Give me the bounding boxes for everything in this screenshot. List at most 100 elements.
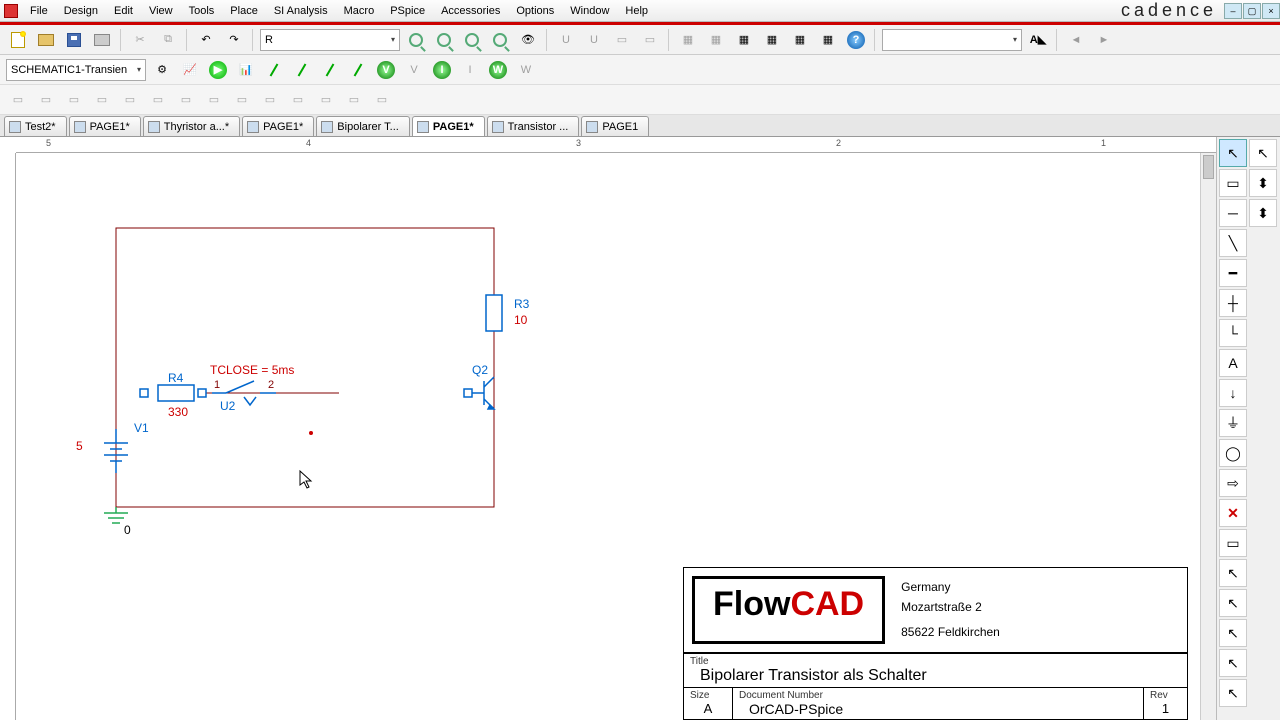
undo-button[interactable]: ↶ (194, 28, 218, 52)
marker-w2-button[interactable]: W (514, 58, 538, 82)
tool-c[interactable]: ↖ (1219, 619, 1247, 647)
ground-tool[interactable]: ⏚ (1219, 409, 1247, 437)
close-button[interactable]: × (1262, 3, 1280, 19)
r4-name[interactable]: R4 (168, 371, 183, 385)
diff-probe-button[interactable] (290, 58, 314, 82)
menu-help[interactable]: Help (617, 3, 656, 19)
marker-i-button[interactable]: I (430, 58, 454, 82)
tb-u2[interactable]: U (582, 28, 606, 52)
menu-file[interactable]: File (22, 3, 56, 19)
menu-accessories[interactable]: Accessories (433, 3, 508, 19)
tab-thyristor[interactable]: Thyristor a...* (143, 116, 240, 136)
find-button[interactable]: A◣ (1026, 28, 1050, 52)
noconnect-tool[interactable]: ✕ (1219, 499, 1247, 527)
r4-value[interactable]: 330 (168, 405, 188, 419)
tb-g4[interactable]: ▦ (760, 28, 784, 52)
schematic-canvas[interactable]: 5 V1 R4 330 TCLOSE = 5ms 1 2 U2 R3 10 Q2… (16, 153, 1200, 720)
tab-page1-b[interactable]: PAGE1* (242, 116, 314, 136)
menu-design[interactable]: Design (56, 3, 106, 19)
marker-v2-button[interactable]: V (402, 58, 426, 82)
zoom-fit-button[interactable] (488, 28, 512, 52)
redo-button[interactable]: ↷ (222, 28, 246, 52)
net-tool[interactable]: ╲ (1219, 229, 1247, 257)
power-tool[interactable]: ↓ (1219, 379, 1247, 407)
v1-value[interactable]: 5 (76, 439, 83, 453)
marker-v-button[interactable]: V (374, 58, 398, 82)
sim-edit-button[interactable]: 📈 (178, 58, 202, 82)
nav-next-button[interactable]: ► (1092, 28, 1116, 52)
r3-name[interactable]: R3 (514, 297, 529, 311)
menu-tools[interactable]: Tools (181, 3, 223, 19)
search-combo[interactable]: ▾ (882, 29, 1022, 51)
menu-options[interactable]: Options (508, 3, 562, 19)
tab-test2[interactable]: Test2* (4, 116, 67, 136)
vertical-scrollbar[interactable] (1200, 153, 1216, 720)
bus-tool[interactable]: ━ (1219, 259, 1247, 287)
tab-page1-active[interactable]: PAGE1* (412, 116, 485, 136)
cut-button[interactable]: ✂ (128, 28, 152, 52)
title-value[interactable]: Bipolarer Transistor als Schalter (690, 667, 1181, 685)
page-tool[interactable]: ▭ (1219, 529, 1247, 557)
open-button[interactable] (34, 28, 58, 52)
junction-tool[interactable]: ┼ (1219, 289, 1247, 317)
power-probe-button[interactable] (346, 58, 370, 82)
q2-name[interactable]: Q2 (472, 363, 488, 377)
offpage-tool[interactable]: ⇨ (1219, 469, 1247, 497)
part-combo[interactable]: R ▾ (260, 29, 400, 51)
hier-tool[interactable]: ◯ (1219, 439, 1247, 467)
zoom-area-button[interactable] (460, 28, 484, 52)
run-button[interactable]: ▶ (206, 58, 230, 82)
bus-entry-tool[interactable]: └ (1219, 319, 1247, 347)
marker-w-button[interactable]: W (486, 58, 510, 82)
nav-prev-button[interactable]: ◄ (1064, 28, 1088, 52)
help-button[interactable]: ? (844, 28, 868, 52)
tab-transistor[interactable]: Transistor ... (487, 116, 580, 136)
tb-g3[interactable]: ▦ (732, 28, 756, 52)
u2-name[interactable]: U2 (220, 399, 235, 413)
menu-pspice[interactable]: PSpice (382, 3, 433, 19)
size-value[interactable]: A (690, 701, 726, 716)
rev-value[interactable]: 1 (1150, 701, 1181, 716)
tb-g6[interactable]: ▦ (816, 28, 840, 52)
tb-g2[interactable]: ▦ (704, 28, 728, 52)
tool-h[interactable]: ⬍ (1249, 199, 1277, 227)
menu-si-analysis[interactable]: SI Analysis (266, 3, 336, 19)
menu-place[interactable]: Place (222, 3, 266, 19)
sim-settings-button[interactable]: ⚙ (150, 58, 174, 82)
tab-page1-a[interactable]: PAGE1* (69, 116, 141, 136)
tb-g5[interactable]: ▦ (788, 28, 812, 52)
tb-d2[interactable]: ▭ (638, 28, 662, 52)
menu-view[interactable]: View (141, 3, 181, 19)
tb-u1[interactable]: U (554, 28, 578, 52)
voltage-probe-button[interactable] (262, 58, 286, 82)
menu-window[interactable]: Window (562, 3, 617, 19)
select-tool[interactable]: ↖ (1219, 139, 1247, 167)
menu-edit[interactable]: Edit (106, 3, 141, 19)
net-alias-tool[interactable]: A (1219, 349, 1247, 377)
zoom-in-button[interactable] (404, 28, 428, 52)
v1-name[interactable]: V1 (134, 421, 149, 435)
view-button[interactable]: 👁 (516, 28, 540, 52)
zoom-out-button[interactable] (432, 28, 456, 52)
place-part-tool[interactable]: ▭ (1219, 169, 1247, 197)
tool-b[interactable]: ↖ (1219, 589, 1247, 617)
tool-d[interactable]: ↖ (1219, 649, 1247, 677)
u2-tclose[interactable]: TCLOSE = 5ms (210, 363, 294, 377)
tab-bipolarer[interactable]: Bipolarer T... (316, 116, 410, 136)
print-button[interactable] (90, 28, 114, 52)
tab-page1-c[interactable]: PAGE1 (581, 116, 649, 136)
tool-a[interactable]: ↖ (1219, 559, 1247, 587)
gnd-label[interactable]: 0 (124, 523, 131, 537)
view-results-button[interactable]: 📊 (234, 58, 258, 82)
new-button[interactable] (6, 28, 30, 52)
tb-g1[interactable]: ▦ (676, 28, 700, 52)
tb-d1[interactable]: ▭ (610, 28, 634, 52)
minimize-button[interactable]: – (1224, 3, 1242, 19)
tool-f[interactable]: ↖ (1249, 139, 1277, 167)
sim-profile-combo[interactable]: SCHEMATIC1-Transien ▾ (6, 59, 146, 81)
wire-tool[interactable]: ─ (1219, 199, 1247, 227)
marker-i2-button[interactable]: I (458, 58, 482, 82)
copy-button[interactable]: ⧉ (156, 28, 180, 52)
menu-macro[interactable]: Macro (336, 3, 383, 19)
maximize-button[interactable]: ▢ (1243, 3, 1261, 19)
